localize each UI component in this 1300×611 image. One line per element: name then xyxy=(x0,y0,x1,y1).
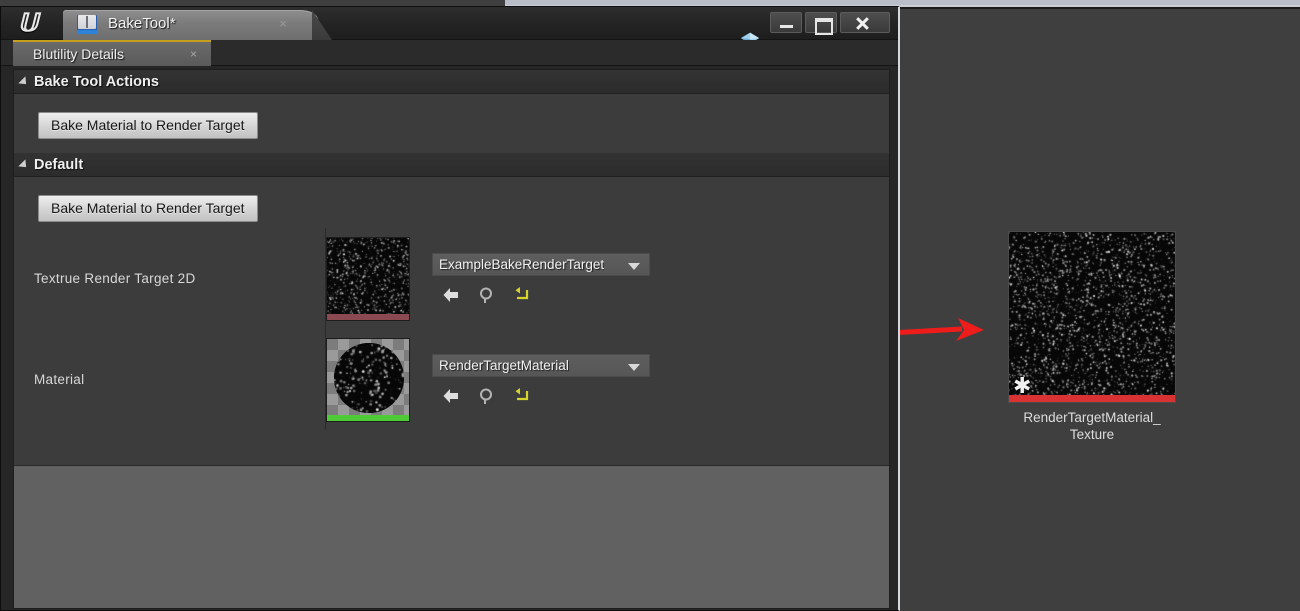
property-row-material: Material RenderTargetMaterial xyxy=(14,329,889,430)
document-tab-close-icon[interactable]: × xyxy=(276,17,290,31)
sphere-noise-preview xyxy=(334,343,404,413)
close-button[interactable] xyxy=(840,12,890,33)
details-empty-area xyxy=(14,465,889,608)
unsaved-asterisk-icon: ✱ xyxy=(1013,378,1029,394)
asset-type-color-bar xyxy=(327,314,409,320)
asset-picker-render-target[interactable]: ExampleBakeRenderTarget xyxy=(432,253,650,276)
tab-blutility-details[interactable]: Blutility Details × xyxy=(13,40,211,66)
category-header-bake-tool-actions[interactable]: Bake Tool Actions xyxy=(14,70,889,94)
panel-tab-row: Blutility Details × xyxy=(1,40,898,66)
panel-tab-label: Blutility Details xyxy=(33,46,124,62)
asset-action-icons xyxy=(432,285,650,305)
browse-to-asset-icon[interactable] xyxy=(477,386,497,406)
panel-tab-close-icon[interactable]: × xyxy=(190,47,197,62)
category-header-default[interactable]: Default xyxy=(14,153,889,177)
content-browser-asset-tile[interactable]: ✱ RenderTargetMaterial_ Texture xyxy=(1008,231,1176,443)
blueprint-book-icon xyxy=(77,15,97,34)
asset-type-color-bar xyxy=(1009,395,1175,402)
noise-preview xyxy=(327,238,410,321)
document-tab-label: BakeTool* xyxy=(108,15,176,32)
window-controls[interactable] xyxy=(770,12,890,33)
chevron-down-icon[interactable] xyxy=(628,364,640,371)
collapse-arrow-icon[interactable] xyxy=(18,76,29,87)
reset-to-default-icon[interactable] xyxy=(513,285,533,305)
material-thumbnail[interactable] xyxy=(326,338,410,422)
reset-to-default-icon[interactable] xyxy=(513,386,533,406)
asset-name-line-2: Texture xyxy=(1008,426,1176,443)
chevron-down-icon[interactable] xyxy=(628,263,640,270)
material-sphere-preview xyxy=(334,343,404,413)
maximize-button[interactable] xyxy=(805,12,837,33)
baketool-window: 𝕌 BakeTool* × Blutility Details × Bake T… xyxy=(0,6,900,611)
bake-material-to-render-target-button-1[interactable]: Bake Material to Render Target xyxy=(38,112,258,139)
asset-action-icons xyxy=(432,386,650,406)
blutility-details-panel: Bake Tool Actions Bake Material to Rende… xyxy=(13,69,890,609)
background-titlebar-highlight xyxy=(505,0,1300,5)
property-row-texture-render-target-2d: Textrue Render Target 2D ExampleBakeRend… xyxy=(14,228,889,329)
browse-to-asset-icon[interactable] xyxy=(477,285,497,305)
property-value-container: ExampleBakeRenderTarget xyxy=(314,237,650,321)
selected-asset-name: RenderTargetMaterial xyxy=(433,358,569,373)
asset-picker-column: ExampleBakeRenderTarget xyxy=(432,253,650,305)
category-title: Bake Tool Actions xyxy=(34,74,159,90)
property-value-container: RenderTargetMaterial xyxy=(314,338,650,422)
category-title: Default xyxy=(34,157,83,173)
bake-tool-actions-body: Bake Material to Render Target xyxy=(14,94,889,153)
property-label: Material xyxy=(14,372,314,387)
use-selected-asset-icon[interactable] xyxy=(441,285,461,305)
asset-thumbnail[interactable]: ✱ xyxy=(1008,231,1176,403)
property-label: Textrue Render Target 2D xyxy=(14,271,314,286)
collapse-arrow-icon[interactable] xyxy=(18,159,29,170)
asset-type-color-bar xyxy=(327,415,409,421)
use-selected-asset-icon[interactable] xyxy=(441,386,461,406)
minimize-button[interactable] xyxy=(770,12,802,33)
document-tab-baketool[interactable]: BakeTool* × xyxy=(63,10,318,40)
asset-picker-column: RenderTargetMaterial xyxy=(432,354,650,406)
default-category-body: Bake Material to Render Target xyxy=(14,177,889,228)
render-target-thumbnail[interactable] xyxy=(326,237,410,321)
asset-name-label: RenderTargetMaterial_ Texture xyxy=(1008,409,1176,443)
asset-picker-material[interactable]: RenderTargetMaterial xyxy=(432,354,650,377)
selected-asset-name: ExampleBakeRenderTarget xyxy=(433,257,604,272)
bake-material-to-render-target-button-2[interactable]: Bake Material to Render Target xyxy=(38,195,258,222)
screen-root: ✱ RenderTargetMaterial_ Texture 𝕌 BakeTo… xyxy=(0,0,1300,611)
window-titlebar[interactable]: 𝕌 BakeTool* × xyxy=(1,7,898,40)
unreal-engine-logo-icon: 𝕌 xyxy=(13,11,43,37)
asset-name-line-1: RenderTargetMaterial_ xyxy=(1008,409,1176,426)
noise-texture-preview xyxy=(1009,232,1176,403)
